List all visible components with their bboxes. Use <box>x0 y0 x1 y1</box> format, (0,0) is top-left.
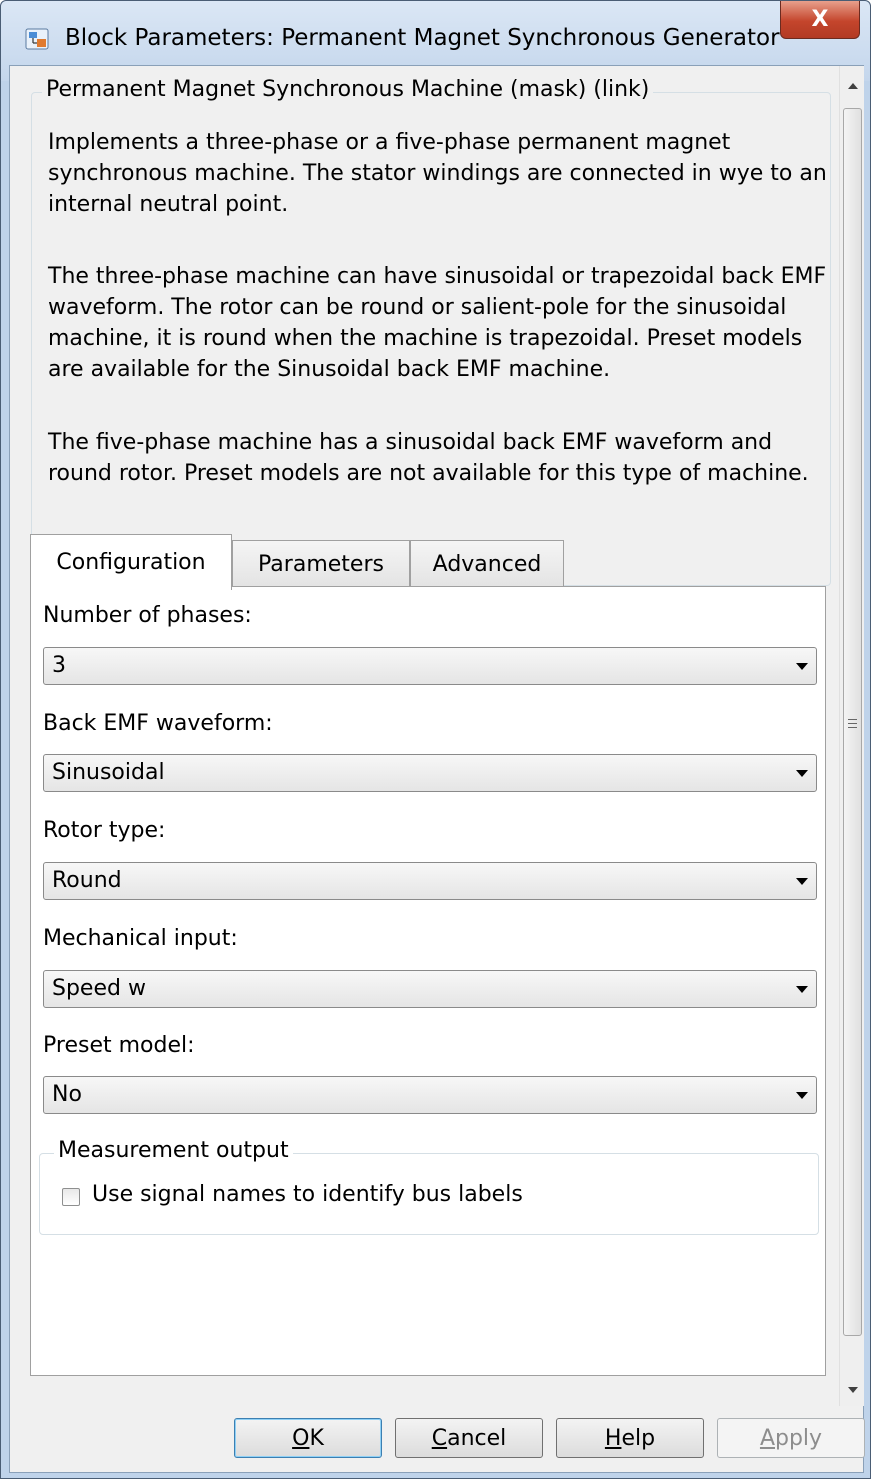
arrow-down-icon <box>847 1387 858 1393</box>
simulink-block-icon <box>25 28 49 50</box>
rotor-type-value: Round <box>52 868 122 893</box>
scroll-thumb[interactable] <box>843 108 862 1336</box>
tab-parameters-label: Parameters <box>258 552 384 577</box>
cancel-button[interactable]: Cancel <box>395 1418 543 1458</box>
apply-label-rest: pply <box>775 1425 823 1451</box>
scroll-up-button[interactable] <box>840 72 865 100</box>
measurement-output-title: Measurement output <box>54 1138 293 1163</box>
tab-configuration-label: Configuration <box>56 550 206 575</box>
arrow-up-icon <box>847 83 858 89</box>
description-group: Permanent Magnet Synchronous Machine (ma… <box>31 77 831 586</box>
tab-configuration[interactable]: Configuration <box>30 534 232 590</box>
chevron-down-icon <box>796 770 808 777</box>
cancel-label-rest: ancel <box>447 1425 507 1451</box>
configuration-panel: Number of phases: 3 Back EMF waveform: S… <box>30 586 826 1376</box>
chevron-down-icon <box>796 986 808 993</box>
mechanical-input-dropdown[interactable]: Speed w <box>43 970 817 1008</box>
use-signal-names-checkbox[interactable] <box>62 1188 80 1206</box>
description-paragraph-1: Implements a three-phase or a five-phase… <box>48 130 827 217</box>
apply-mnemonic: A <box>759 1425 775 1451</box>
measurement-output-group: Measurement output Use signal names to i… <box>39 1138 819 1235</box>
window-title: Block Parameters: Permanent Magnet Synch… <box>65 25 780 51</box>
close-button[interactable]: X <box>780 1 860 39</box>
use-signal-names-label[interactable]: Use signal names to identify bus labels <box>92 1182 523 1207</box>
help-button[interactable]: Help <box>556 1418 704 1458</box>
number-of-phases-value: 3 <box>52 653 66 678</box>
scroll-down-button[interactable] <box>840 1376 865 1404</box>
grip-line <box>848 719 857 720</box>
mechanical-input-value: Speed w <box>52 976 146 1001</box>
tab-parameters[interactable]: Parameters <box>232 540 410 588</box>
grip-line <box>848 723 857 724</box>
dialog-window: Block Parameters: Permanent Magnet Synch… <box>0 0 871 1479</box>
vertical-scrollbar[interactable] <box>839 66 864 1406</box>
grip-line <box>848 727 857 728</box>
back-emf-waveform-value: Sinusoidal <box>52 760 165 785</box>
cancel-mnemonic: C <box>431 1425 448 1451</box>
close-icon: X <box>811 7 829 32</box>
preset-model-label: Preset model: <box>43 1033 195 1058</box>
description-group-title: Permanent Magnet Synchronous Machine (ma… <box>42 77 654 102</box>
preset-model-dropdown[interactable]: No <box>43 1076 817 1114</box>
dialog-client-area: Permanent Magnet Synchronous Machine (ma… <box>9 65 865 1473</box>
rotor-type-label: Rotor type: <box>43 818 166 843</box>
description-paragraph-3: The five-phase machine has a sinusoidal … <box>48 430 809 486</box>
chevron-down-icon <box>796 878 808 885</box>
tab-advanced-label: Advanced <box>432 552 542 577</box>
preset-model-value: No <box>52 1082 82 1107</box>
ok-label-rest: K <box>309 1425 324 1451</box>
back-emf-waveform-dropdown[interactable]: Sinusoidal <box>43 754 817 792</box>
help-label-rest: elp <box>621 1425 656 1451</box>
mechanical-input-label: Mechanical input: <box>43 926 238 951</box>
back-emf-waveform-label: Back EMF waveform: <box>43 711 273 736</box>
chevron-down-icon <box>796 1092 808 1099</box>
rotor-type-dropdown[interactable]: Round <box>43 862 817 900</box>
ok-button[interactable]: OK <box>234 1418 382 1458</box>
description-paragraph-2: The three-phase machine can have sinusoi… <box>48 264 827 382</box>
number-of-phases-label: Number of phases: <box>43 603 252 628</box>
tab-advanced[interactable]: Advanced <box>410 540 564 588</box>
chevron-down-icon <box>796 663 808 670</box>
ok-mnemonic: O <box>292 1425 310 1451</box>
number-of-phases-dropdown[interactable]: 3 <box>43 647 817 685</box>
apply-button[interactable]: Apply <box>717 1418 865 1458</box>
help-mnemonic: H <box>604 1425 622 1451</box>
scrollable-content: Permanent Magnet Synchronous Machine (ma… <box>10 66 840 1406</box>
